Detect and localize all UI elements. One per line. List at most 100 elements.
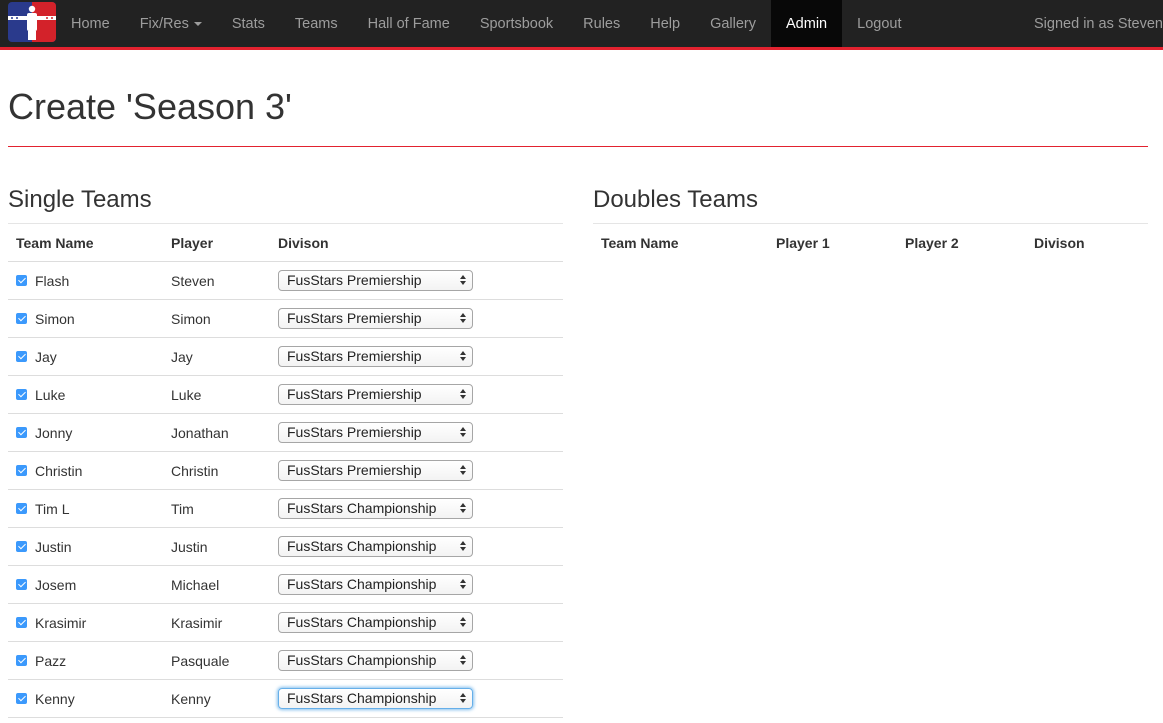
team-name-label: Pazz [35,652,67,669]
division-select-value: FusStars Championship [287,614,437,630]
division-select[interactable]: FusStars Championship [278,536,473,557]
brand-logo[interactable] [8,2,56,42]
team-name-label: Krasimir [35,614,87,631]
division-select[interactable]: FusStars Championship [278,498,473,519]
division-select[interactable]: FusStars Championship [278,574,473,595]
team-name-cell: Krasimir [8,603,163,642]
division-select-value: FusStars Championship [287,500,437,516]
team-name-cell: Pazz [8,641,163,680]
division-cell: FusStars Premiership [270,451,563,490]
nav-fix-res-label: Fix/Res [139,15,189,32]
select-arrows-icon [460,388,467,401]
team-name-cell: Simon [8,299,163,338]
nav-stats[interactable]: Stats [217,0,280,47]
team-include-checkbox[interactable] [16,427,27,439]
team-include-checkbox[interactable] [16,389,27,401]
single-teams-table: Team Name Player Divison Flash Steven FusS… [8,224,563,718]
table-row: Krasimir Krasimir FusStars Championship [8,603,563,642]
team-name-cell: Luke [8,375,163,414]
table-row: Kenny Kenny FusStars Championship [8,679,563,718]
select-arrows-icon [460,274,467,287]
division-select[interactable]: FusStars Premiership [278,422,473,443]
team-include-checkbox[interactable] [16,503,27,515]
division-select-value: FusStars Premiership [287,386,422,402]
player-cell: Kenny [163,679,270,718]
select-arrows-icon [460,350,467,363]
select-arrows-icon [460,312,467,325]
division-select[interactable]: FusStars Premiership [278,270,473,291]
team-include-checkbox[interactable] [16,465,27,477]
division-cell: FusStars Championship [270,641,563,680]
nav-sportsbook-label: Sportsbook [479,15,554,32]
division-select[interactable]: FusStars Championship [278,688,473,709]
team-include-checkbox[interactable] [16,693,27,705]
column-header-division: Divison [1034,234,1085,251]
division-select[interactable]: FusStars Premiership [278,308,473,329]
select-arrows-icon [460,540,467,553]
doubles-teams-title: Doubles Teams [593,186,758,213]
division-cell: FusStars Premiership [270,375,563,414]
team-name-label: Kenny [35,690,75,707]
nav-home[interactable]: Home [56,0,125,47]
team-name-label: Josem [35,576,77,593]
team-include-checkbox[interactable] [16,579,27,591]
nav-rules-label: Rules [583,15,621,32]
team-include-checkbox[interactable] [16,313,27,325]
nav-gallery[interactable]: Gallery [695,0,771,47]
select-arrows-icon [460,502,467,515]
team-name-label: Luke [35,386,66,403]
team-include-checkbox[interactable] [16,655,27,667]
team-include-checkbox[interactable] [16,351,27,363]
nav-fix-res-dropdown[interactable]: Fix/Res [125,0,217,47]
team-name-label: Jay [35,348,57,365]
select-arrows-icon [460,692,467,705]
team-include-checkbox[interactable] [16,541,27,553]
table-row: Jay Jay FusStars Premiership [8,337,563,376]
division-select[interactable]: FusStars Championship [278,612,473,633]
nav-gallery-label: Gallery [710,15,757,32]
team-name-cell: Jay [8,337,163,376]
nav-sportsbook[interactable]: Sportsbook [465,0,568,47]
table-row: Josem Michael FusStars Championship [8,565,563,604]
table-row: Justin Justin FusStars Championship [8,527,563,566]
team-name-label: Flash [35,272,70,289]
navbar: Home Fix/Res Stats Teams Hall of Fame Sp… [0,0,1163,50]
team-name-label: Simon [35,310,75,327]
player-cell: Jay [163,337,270,376]
caret-down-icon [193,21,202,26]
team-include-checkbox[interactable] [16,275,27,287]
division-select[interactable]: FusStars Championship [278,650,473,671]
select-arrows-icon [460,654,467,667]
nav-teams-label: Teams [294,15,338,32]
signed-in-text: Signed in as Steven [1034,15,1163,32]
team-name-cell: Jonny [8,413,163,452]
division-cell: FusStars Premiership [270,299,563,338]
player-cell: Simon [163,299,270,338]
nav-links: Home Fix/Res Stats Teams Hall of Fame Sp… [56,0,916,47]
nav-teams[interactable]: Teams [280,0,353,47]
page-title: Create 'Season 3' [8,86,292,127]
single-teams-body: Flash Steven FusStars Premiership Simon Simo… [8,261,563,718]
division-select[interactable]: FusStars Premiership [278,460,473,481]
division-select[interactable]: FusStars Premiership [278,346,473,367]
nav-admin[interactable]: Admin [771,0,843,47]
division-select-value: FusStars Premiership [287,462,422,478]
player-cell: Tim [163,489,270,528]
column-header-player-2: Player 2 [905,234,959,251]
select-arrows-icon [460,616,467,629]
division-select-value: FusStars Premiership [287,272,422,288]
team-include-checkbox[interactable] [16,617,27,629]
division-select[interactable]: FusStars Premiership [278,384,473,405]
table-row: Simon Simon FusStars Premiership [8,299,563,338]
team-name-cell: Christin [8,451,163,490]
column-header-player: Player [163,224,270,262]
nav-rules[interactable]: Rules [568,0,635,47]
division-select-value: FusStars Championship [287,576,437,592]
column-header-team-name: Team Name [601,234,679,251]
division-cell: FusStars Premiership [270,413,563,452]
nav-hall-of-fame[interactable]: Hall of Fame [353,0,465,47]
team-name-cell: Flash [8,261,163,300]
player-cell: Steven [163,261,270,300]
nav-logout[interactable]: Logout [842,0,916,47]
nav-help[interactable]: Help [635,0,695,47]
